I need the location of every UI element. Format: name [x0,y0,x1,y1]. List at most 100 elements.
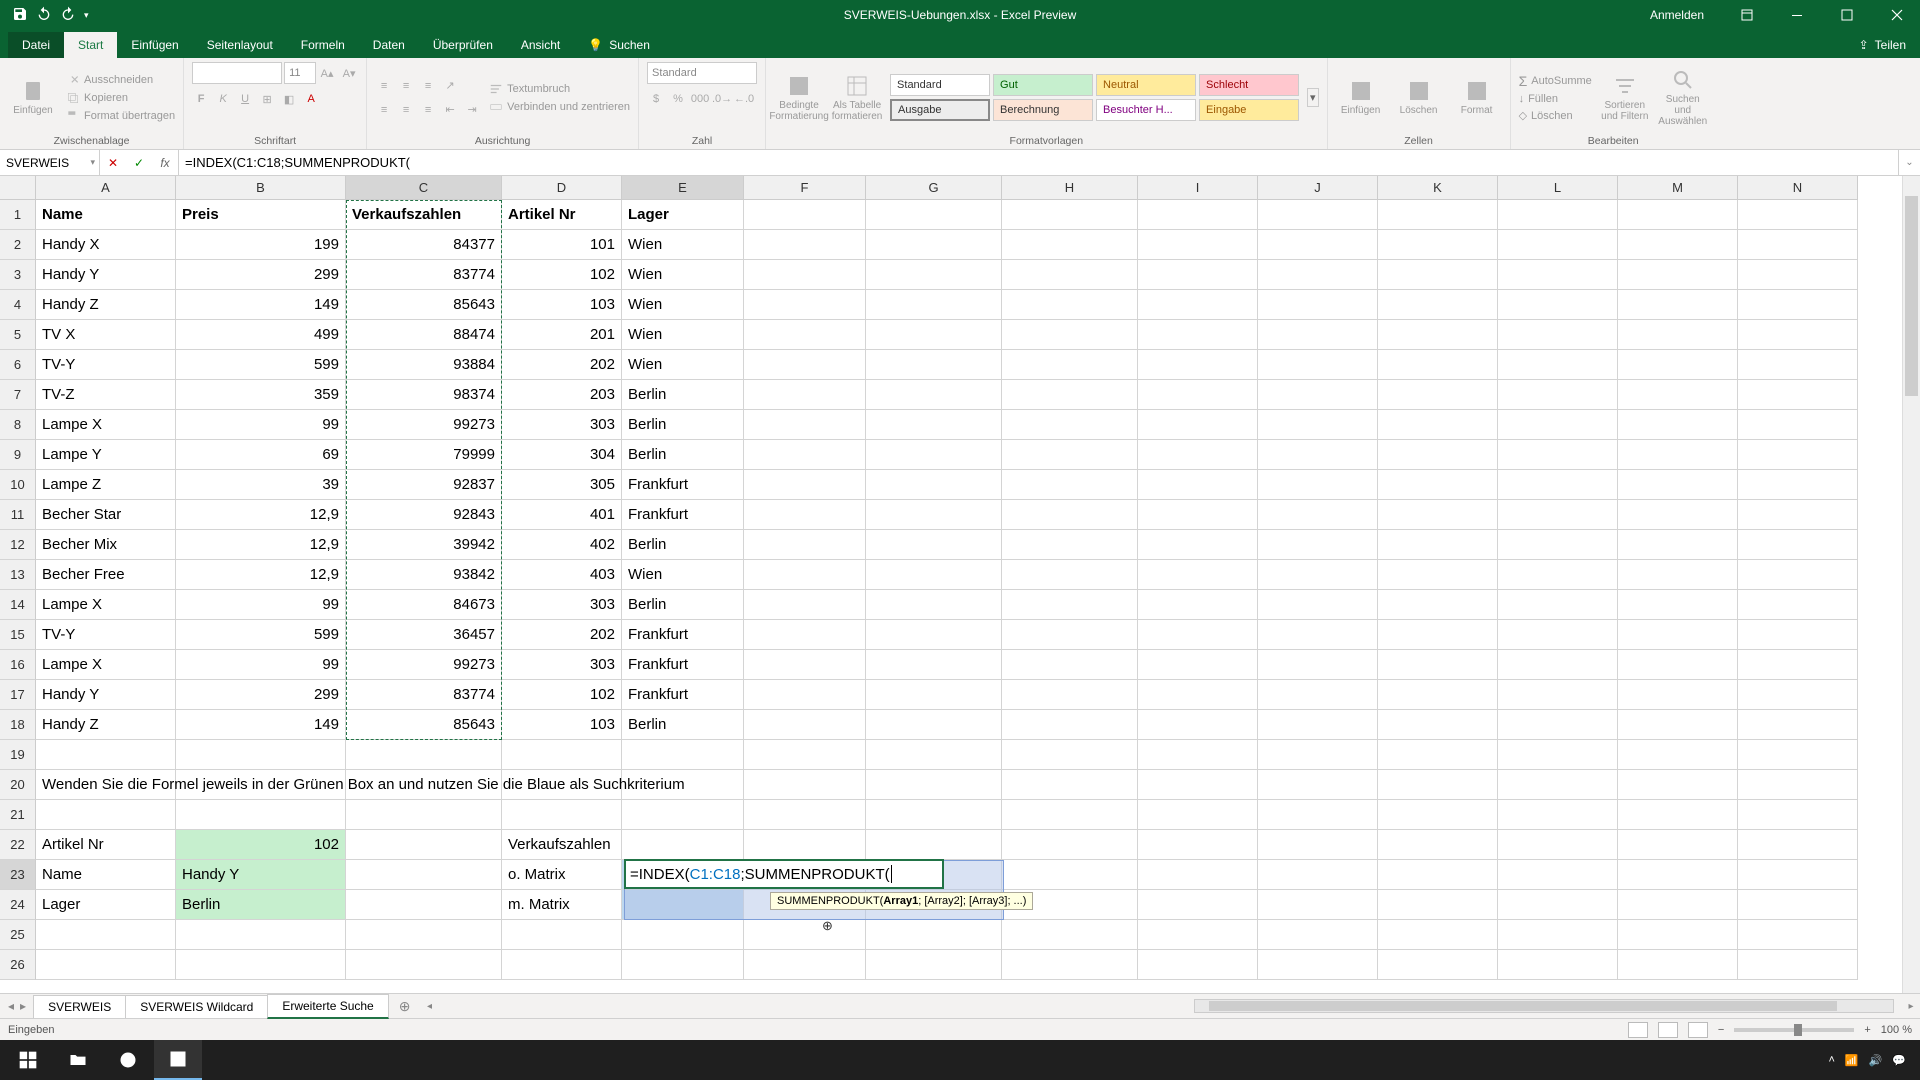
cell-F14[interactable] [744,590,866,620]
cell-L14[interactable] [1498,590,1618,620]
cell-H9[interactable] [1002,440,1138,470]
cell-L23[interactable] [1498,860,1618,890]
cell-N16[interactable] [1738,650,1858,680]
cell-E6[interactable]: Wien [622,350,744,380]
cell-I13[interactable] [1138,560,1258,590]
cell-E4[interactable]: Wien [622,290,744,320]
indent-dec-icon[interactable]: ⇤ [441,101,459,119]
cell-C21[interactable] [346,800,502,830]
cell-N22[interactable] [1738,830,1858,860]
cell-I22[interactable] [1138,830,1258,860]
tab-insert[interactable]: Einfügen [117,32,192,58]
cell-K8[interactable] [1378,410,1498,440]
cell-K5[interactable] [1378,320,1498,350]
format-cells-button[interactable]: Format [1452,79,1502,116]
cell-H19[interactable] [1002,740,1138,770]
cell-C18[interactable]: 85643 [346,710,502,740]
col-header-F[interactable]: F [744,176,866,200]
cell-F4[interactable] [744,290,866,320]
cell-C8[interactable]: 99273 [346,410,502,440]
cell-D7[interactable]: 203 [502,380,622,410]
cell-B15[interactable]: 599 [176,620,346,650]
cell-F13[interactable] [744,560,866,590]
cell-L25[interactable] [1498,920,1618,950]
cell-B7[interactable]: 359 [176,380,346,410]
cell-K19[interactable] [1378,740,1498,770]
cell-D25[interactable] [502,920,622,950]
cell-D14[interactable]: 303 [502,590,622,620]
col-header-G[interactable]: G [866,176,1002,200]
horizontal-scrollbar[interactable] [1194,999,1894,1013]
cell-B19[interactable] [176,740,346,770]
sheet-tab-sverweis[interactable]: SVERWEIS [33,995,126,1018]
system-tray[interactable]: ˄ 📶 🔊 💬 [1828,1054,1916,1067]
cell-B21[interactable] [176,800,346,830]
cell-I17[interactable] [1138,680,1258,710]
cell-M10[interactable] [1618,470,1738,500]
cell-G20[interactable] [866,770,1002,800]
row-header-18[interactable]: 18 [0,710,36,740]
row-header-8[interactable]: 8 [0,410,36,440]
cell-F6[interactable] [744,350,866,380]
cell-L2[interactable] [1498,230,1618,260]
cell-H20[interactable] [1002,770,1138,800]
formula-tooltip[interactable]: SUMMENPRODUKT(Array1; [Array2]; [Array3]… [770,892,1033,910]
cell-E8[interactable]: Berlin [622,410,744,440]
cell-M23[interactable] [1618,860,1738,890]
cell-F17[interactable] [744,680,866,710]
cell-F18[interactable] [744,710,866,740]
cell-I3[interactable] [1138,260,1258,290]
cell-L19[interactable] [1498,740,1618,770]
cell-B22[interactable]: 102 [176,830,346,860]
decrease-font-icon[interactable]: A▾ [340,64,358,82]
fill-color-icon[interactable]: ◧ [280,90,298,108]
align-top-icon[interactable]: ≡ [375,77,393,95]
border-icon[interactable]: ⊞ [258,90,276,108]
cell-B12[interactable]: 12,9 [176,530,346,560]
cell-C5[interactable]: 88474 [346,320,502,350]
cell-K21[interactable] [1378,800,1498,830]
cell-I18[interactable] [1138,710,1258,740]
cell-K17[interactable] [1378,680,1498,710]
cell-I9[interactable] [1138,440,1258,470]
signin-button[interactable]: Anmelden [1634,8,1720,22]
merge-button[interactable]: Verbinden und zentrieren [489,100,630,114]
cell-A16[interactable]: Lampe X [36,650,176,680]
cell-H7[interactable] [1002,380,1138,410]
cell-A20[interactable]: Wenden Sie die Formel jeweils in der Grü… [36,770,176,800]
cell-D21[interactable] [502,800,622,830]
row-header-4[interactable]: 4 [0,290,36,320]
cell-H26[interactable] [1002,950,1138,980]
cell-H21[interactable] [1002,800,1138,830]
cell-F15[interactable] [744,620,866,650]
style-eingabe[interactable]: Eingabe [1199,99,1299,121]
cell-D26[interactable] [502,950,622,980]
row-header-5[interactable]: 5 [0,320,36,350]
cell-I21[interactable] [1138,800,1258,830]
cell-B14[interactable]: 99 [176,590,346,620]
cell-D2[interactable]: 101 [502,230,622,260]
cell-G4[interactable] [866,290,1002,320]
cell-J16[interactable] [1258,650,1378,680]
cell-M25[interactable] [1618,920,1738,950]
cell-E26[interactable] [622,950,744,980]
cell-I15[interactable] [1138,620,1258,650]
cell-I1[interactable] [1138,200,1258,230]
cell-N3[interactable] [1738,260,1858,290]
cell-H6[interactable] [1002,350,1138,380]
cell-F26[interactable] [744,950,866,980]
dec-decimal-icon[interactable]: ←.0 [735,90,753,108]
cell-N20[interactable] [1738,770,1858,800]
row-header-26[interactable]: 26 [0,950,36,980]
cell-A11[interactable]: Becher Star [36,500,176,530]
row-header-11[interactable]: 11 [0,500,36,530]
tab-start[interactable]: Start [64,32,117,58]
col-header-J[interactable]: J [1258,176,1378,200]
cell-N4[interactable] [1738,290,1858,320]
cell-N8[interactable] [1738,410,1858,440]
tab-nav-next-icon[interactable]: ▸ [20,999,26,1013]
cell-E2[interactable]: Wien [622,230,744,260]
cell-M3[interactable] [1618,260,1738,290]
cell-H3[interactable] [1002,260,1138,290]
inc-decimal-icon[interactable]: .0→ [713,90,731,108]
